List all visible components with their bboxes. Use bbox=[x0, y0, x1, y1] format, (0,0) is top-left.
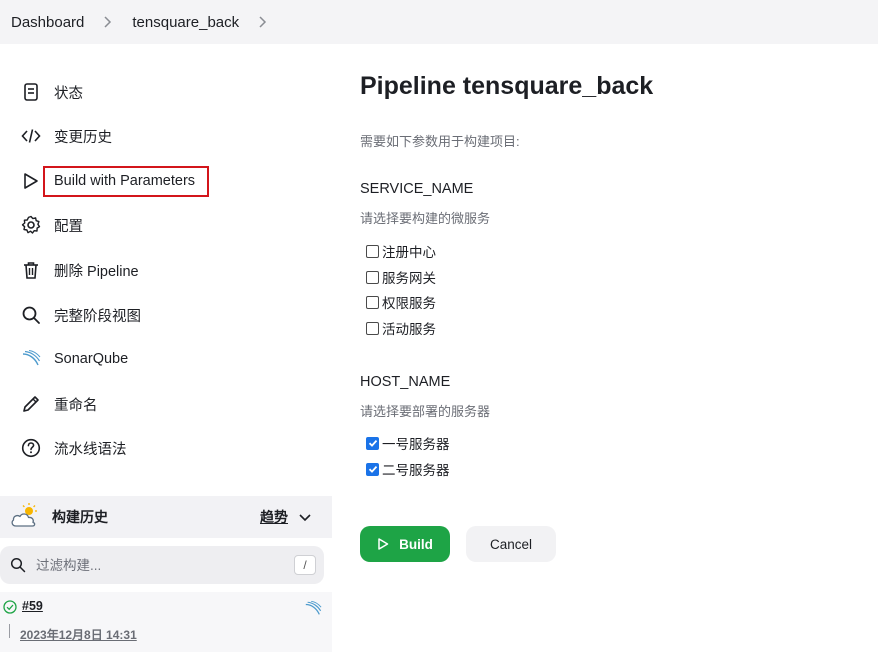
build-history-row[interactable]: #59 2023年12月8日 14:31 bbox=[0, 592, 332, 652]
param-service-name: SERVICE_NAME bbox=[360, 181, 474, 197]
checkbox-label: 注册中心 bbox=[382, 245, 436, 260]
sonarqube-icon[interactable] bbox=[304, 600, 322, 618]
sidebar-item-label: 重命名 bbox=[54, 397, 98, 414]
check-icon bbox=[368, 439, 377, 447]
build-history-header: 构建历史 趋势 bbox=[0, 496, 332, 538]
cancel-button[interactable]: Cancel bbox=[466, 526, 556, 562]
checkbox-label: 权限服务 bbox=[382, 296, 436, 311]
checkbox-option[interactable]: 一号服务器 bbox=[366, 434, 450, 452]
trash-icon bbox=[20, 259, 42, 281]
sidebar-item-label: 删除 Pipeline bbox=[54, 263, 139, 280]
sidebar-item-label: 流水线语法 bbox=[54, 441, 127, 458]
checkbox-label: 服务网关 bbox=[382, 271, 436, 286]
document-icon bbox=[20, 81, 42, 103]
checkbox-option[interactable]: 活动服务 bbox=[366, 319, 436, 337]
checkbox[interactable] bbox=[366, 321, 379, 335]
breadcrumb: Dashboard tensquare_back bbox=[0, 0, 878, 44]
filter-builds-input[interactable] bbox=[36, 554, 276, 576]
trend-link[interactable]: 趋势 bbox=[260, 507, 288, 527]
sidebar-item-label: 变更历史 bbox=[54, 129, 112, 146]
parameters-intro: 需要如下参数用于构建项目: bbox=[360, 134, 520, 149]
checkbox[interactable] bbox=[366, 270, 379, 284]
param-service-description: 请选择要构建的微服务 bbox=[360, 211, 491, 226]
gear-icon bbox=[20, 214, 42, 236]
breadcrumb-dashboard[interactable]: Dashboard bbox=[11, 14, 84, 31]
check-icon bbox=[368, 465, 377, 473]
sidebar-item-changes[interactable]: 变更历史 bbox=[0, 116, 332, 156]
chevron-right-icon[interactable] bbox=[251, 16, 275, 28]
sidebar-item-sonarqube[interactable]: SonarQube bbox=[0, 339, 332, 379]
sidebar-item-label: 配置 bbox=[54, 218, 83, 235]
search-icon bbox=[10, 557, 26, 573]
cancel-button-label: Cancel bbox=[489, 536, 533, 552]
checkbox[interactable] bbox=[366, 295, 379, 309]
param-host-description: 请选择要部署的服务器 bbox=[360, 404, 491, 419]
timeline-divider bbox=[9, 624, 10, 638]
sidebar-item-pipeline-syntax[interactable]: 流水线语法 bbox=[0, 428, 332, 468]
breadcrumb-job[interactable]: tensquare_back bbox=[132, 14, 239, 31]
build-button[interactable]: Build bbox=[360, 526, 450, 562]
build-filter: / bbox=[0, 546, 324, 584]
code-icon bbox=[20, 125, 42, 147]
checkbox-option[interactable]: 二号服务器 bbox=[366, 460, 450, 478]
highlight-annotation bbox=[43, 166, 209, 197]
checkbox-option[interactable]: 服务网关 bbox=[366, 268, 436, 286]
success-check-icon bbox=[3, 600, 17, 614]
pencil-icon bbox=[20, 393, 42, 415]
weather-cloud-icon bbox=[11, 503, 37, 527]
checkbox-option[interactable]: 权限服务 bbox=[366, 293, 436, 311]
sidebar-item-label: 完整阶段视图 bbox=[54, 308, 141, 325]
page-title: Pipeline tensquare_back bbox=[360, 72, 654, 100]
sidebar-item-delete-pipeline[interactable]: 删除 Pipeline bbox=[0, 250, 332, 290]
play-icon bbox=[20, 170, 42, 192]
sidebar-item-label: SonarQube bbox=[54, 351, 129, 367]
sidebar-item-status[interactable]: 状态 bbox=[0, 72, 332, 112]
checkbox-label: 活动服务 bbox=[382, 322, 436, 337]
build-date-link[interactable]: 2023年12月8日 14:31 bbox=[20, 626, 137, 643]
keyboard-shortcut-hint: / bbox=[294, 555, 316, 575]
build-history-title: 构建历史 bbox=[52, 509, 108, 525]
param-host-name: HOST_NAME bbox=[360, 374, 451, 390]
checkbox-label: 二号服务器 bbox=[382, 463, 450, 478]
checkbox[interactable] bbox=[366, 244, 379, 258]
build-number-link[interactable]: #59 bbox=[22, 599, 43, 613]
build-button-label: Build bbox=[399, 536, 433, 552]
chevron-down-icon[interactable] bbox=[298, 510, 312, 524]
checkbox-checked[interactable] bbox=[366, 462, 379, 476]
help-icon bbox=[20, 437, 42, 459]
sidebar-item-configure[interactable]: 配置 bbox=[0, 205, 332, 245]
checkbox-label: 一号服务器 bbox=[382, 437, 450, 452]
sidebar-item-label: 状态 bbox=[54, 85, 83, 102]
play-icon bbox=[378, 538, 389, 550]
sidebar-item-full-stage-view[interactable]: 完整阶段视图 bbox=[0, 295, 332, 335]
chevron-right-icon bbox=[96, 16, 120, 28]
checkbox-option[interactable]: 注册中心 bbox=[366, 242, 436, 260]
sidebar-item-rename[interactable]: 重命名 bbox=[0, 384, 332, 424]
sonarqube-icon bbox=[20, 348, 42, 370]
checkbox-checked[interactable] bbox=[366, 436, 379, 450]
search-icon bbox=[20, 304, 42, 326]
